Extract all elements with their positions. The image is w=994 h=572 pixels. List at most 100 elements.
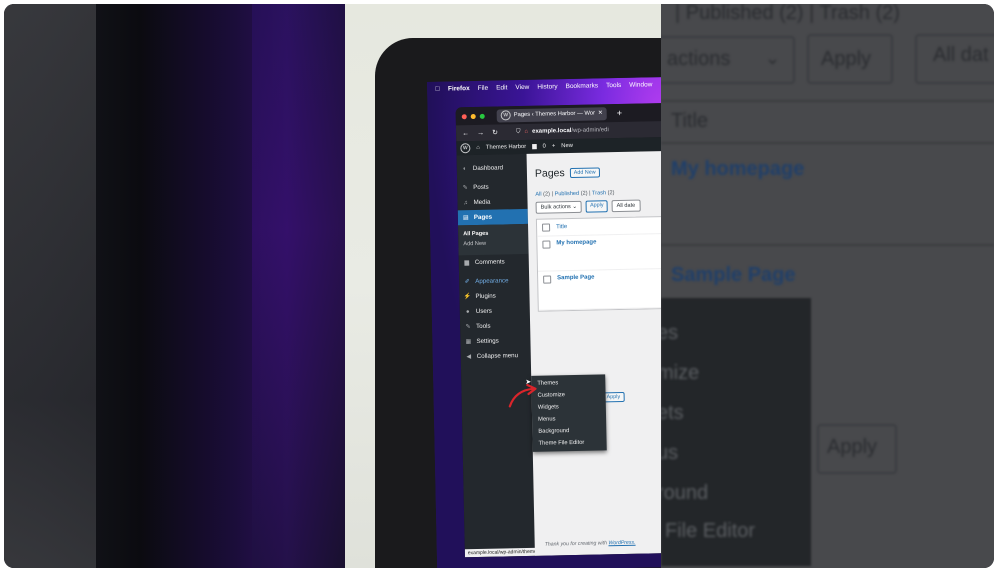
sidebar-item-label: Settings	[476, 337, 499, 346]
menu-window[interactable]: Window	[629, 81, 652, 88]
sidebar-item-plugins[interactable]: ⚡ Plugins	[459, 288, 529, 304]
sidebar-item-tools[interactable]: ✎ Tools	[460, 318, 530, 334]
minimize-window-button[interactable]	[470, 113, 476, 119]
sidebar-item-media[interactable]: ♫ Media	[457, 194, 527, 210]
admin-footer: Thank you for creating with WordPress.	[545, 540, 636, 548]
sidebar-item-settings[interactable]: ▦ Settings	[460, 333, 530, 349]
pages-table: Title My homepage Sample Page	[535, 215, 661, 312]
forward-arrow-icon[interactable]: →	[477, 129, 484, 136]
comment-icon: ▆	[464, 260, 470, 267]
page-title-link[interactable]: My homepage	[556, 239, 596, 246]
sidebar-item-pages[interactable]: ▤ Pages	[457, 208, 528, 226]
menu-file[interactable]: File	[478, 84, 489, 91]
wordpress-logo-icon[interactable]: W	[460, 143, 471, 154]
zoom-actions-text: actions	[667, 48, 731, 70]
bulk-actions-select[interactable]: Bulk actions ⌄	[535, 200, 583, 214]
address-bar[interactable]: ⛉ ⌂ example.local/wp-admin/edi	[516, 127, 609, 136]
row-checkbox[interactable]	[543, 275, 552, 284]
column-title-header[interactable]: Title	[556, 224, 567, 230]
menu-edit[interactable]: Edit	[496, 84, 507, 91]
sidebar-item-posts[interactable]: ✎ Posts	[457, 179, 527, 195]
status-filters: All (2) | Published (2) | Trash (2)	[535, 190, 615, 198]
filter-all[interactable]: All	[535, 192, 541, 198]
submenu-add-new[interactable]: Add New	[458, 238, 528, 249]
page-heading-row: Pages Add New	[535, 166, 600, 180]
sidebar-item-label: Dashboard	[472, 164, 504, 173]
filter-trash[interactable]: Trash	[592, 190, 606, 196]
all-dates-select[interactable]: All date	[611, 199, 641, 213]
sidebar-item-label: Users	[475, 307, 493, 316]
admin-sidebar: ◐ Dashboard ✎ Posts ♫ Media ▤ Pages All Page…	[456, 153, 553, 558]
table-row: Sample Page	[537, 268, 661, 311]
menu-history[interactable]: History	[537, 83, 557, 90]
zoom-divider	[661, 100, 994, 102]
apply-button[interactable]: Apply	[585, 200, 608, 213]
sidebar-item-appearance[interactable]: ✐ Appearance	[459, 273, 529, 289]
row-checkbox[interactable]	[542, 240, 551, 249]
close-window-button[interactable]	[461, 113, 467, 119]
menu-view[interactable]: View	[515, 83, 529, 90]
sidebar-item-label: Collapse menu	[476, 352, 519, 361]
brush-icon: ✐	[464, 279, 470, 286]
zoom-flyout-fragment: es	[661, 322, 679, 344]
sidebar-item-comments[interactable]: ▆ Comments	[459, 254, 529, 270]
wordpress-favicon-icon: W	[500, 110, 511, 121]
sidebar-item-label: Media	[473, 198, 491, 207]
left-blurred-background	[4, 4, 345, 568]
filter-published-count: (2)	[580, 190, 588, 197]
firefox-window: W Pages ‹ Themes Harbor — Wor ✕ + ← → ↻ …	[455, 102, 661, 558]
zoom-apply-text: Apply	[821, 48, 872, 70]
sidebar-item-users[interactable]: ● Users	[460, 303, 530, 319]
zoom-dates-text: All dat	[933, 44, 989, 66]
zoom-title-text: Title	[671, 110, 709, 132]
url-path: /wp-admin/edi	[571, 127, 609, 134]
menu-bookmarks[interactable]: Bookmarks	[565, 82, 598, 90]
filter-published[interactable]: Published	[555, 191, 580, 198]
select-all-checkbox[interactable]	[541, 223, 551, 232]
page-title-link[interactable]: Sample Page	[557, 275, 594, 282]
user-icon: ●	[465, 308, 470, 315]
sidebar-item-dashboard[interactable]: ◐ Dashboard	[457, 160, 527, 176]
zoom-filters-text: | Published (2) | Trash (2)	[675, 4, 900, 24]
url-host: example.local	[532, 127, 572, 135]
filter-trash-count: (2)	[607, 190, 615, 197]
bulk-actions-value: Bulk actions	[540, 204, 571, 211]
settings-icon: ▦	[465, 339, 472, 346]
zoom-flyout-fragment: round	[661, 482, 709, 504]
wordpress-link[interactable]: WordPress.	[608, 540, 635, 547]
site-name-link[interactable]: Themes Harbor	[486, 144, 526, 151]
back-arrow-icon[interactable]: ←	[462, 130, 469, 137]
sidebar-item-label: Pages	[473, 213, 493, 222]
plugin-icon: ⚡	[463, 294, 472, 301]
filter-all-count: (2)	[543, 191, 551, 198]
add-new-page-button[interactable]: Add New	[569, 167, 600, 179]
menu-tools[interactable]: Tools	[606, 81, 621, 88]
reload-icon[interactable]: ↻	[492, 129, 498, 137]
sidebar-item-label: Posts	[473, 183, 489, 192]
browser-tab[interactable]: W Pages ‹ Themes Harbor — Wor ✕	[496, 106, 607, 123]
lock-icon[interactable]: ⌂	[524, 129, 528, 135]
menu-firefox[interactable]: Firefox	[448, 85, 470, 92]
new-content-link[interactable]: New	[561, 143, 573, 149]
blurred-panel-gray	[4, 4, 96, 568]
zoom-window-button[interactable]	[479, 113, 485, 119]
zoom-apply-bottom-text: Apply	[827, 436, 878, 458]
shield-icon[interactable]: ⛉	[516, 129, 521, 136]
close-tab-icon[interactable]: ✕	[598, 110, 603, 116]
comments-count[interactable]: 0	[543, 144, 546, 150]
apple-icon[interactable]: 	[435, 85, 440, 92]
red-arrow-icon	[508, 383, 537, 408]
collapse-icon: ◀	[466, 354, 472, 361]
dashboard-icon: ◐	[462, 165, 467, 172]
new-tab-button[interactable]: +	[617, 108, 622, 118]
mouse-cursor-icon: ➤	[525, 378, 532, 387]
plus-icon[interactable]: +	[552, 143, 556, 149]
zoom-flyout-fragment: File Editor	[665, 520, 756, 542]
flyout-theme-file-editor[interactable]: Theme File Editor	[532, 436, 606, 450]
appearance-flyout-menu: Themes Customize Widgets Menus Backgroun…	[531, 374, 607, 452]
comment-bubble-icon[interactable]: ▆	[532, 144, 537, 150]
apply-button-bottom[interactable]: Apply	[602, 391, 625, 403]
zoom-chevron-icon: ⌄	[765, 48, 781, 68]
sidebar-item-collapse[interactable]: ◀ Collapse menu	[461, 348, 531, 364]
zoom-flyout-fragment: us	[661, 442, 679, 464]
